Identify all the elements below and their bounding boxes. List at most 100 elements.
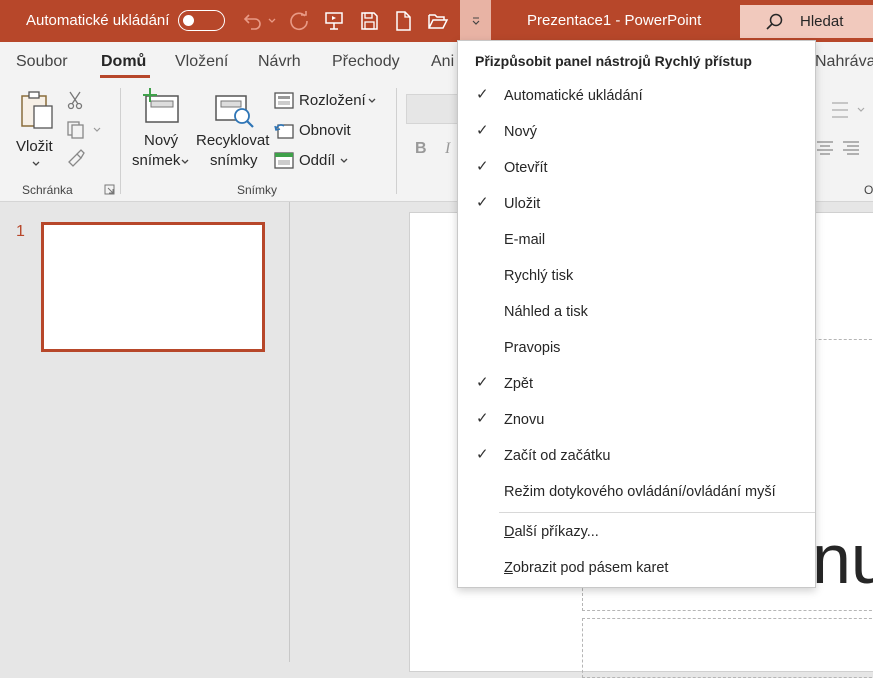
section-label: Oddíl	[299, 152, 335, 169]
menu-item-open[interactable]: ✓ Otevřít	[458, 151, 815, 187]
new-slide-label-line2: snímek	[132, 152, 181, 169]
autosave-label: Automatické ukládání	[26, 12, 170, 29]
clipboard-group-label: Schránka	[22, 183, 73, 197]
check-icon: ✓	[476, 86, 489, 103]
menu-item-email[interactable]: E-mail	[458, 223, 815, 259]
tab-home[interactable]: Domů	[101, 53, 146, 71]
paragraph-group-label: O	[864, 183, 873, 197]
new-document-icon	[396, 11, 411, 31]
start-from-beginning-button[interactable]	[320, 8, 348, 34]
copy-icon	[67, 121, 101, 139]
menu-item-label: Rychlý tisk	[504, 268, 574, 284]
search-icon	[766, 13, 783, 30]
slide-thumbnail[interactable]	[41, 222, 265, 352]
group-separator	[120, 88, 121, 194]
slide-number: 1	[16, 223, 25, 240]
slide-thumbnail-pane: 1	[0, 202, 290, 662]
menu-item-label: Znovu	[504, 412, 545, 428]
new-button[interactable]	[390, 8, 416, 34]
menu-item-redo[interactable]: ✓ Znovu	[458, 403, 815, 439]
new-slide-icon	[143, 88, 179, 123]
numbered-list-icon	[832, 102, 865, 118]
menu-item-show-below-ribbon[interactable]: Zobrazit pod pásem karet	[458, 551, 815, 587]
menu-item-touch-mouse-mode[interactable]: Režim dotykového ovládání/ovládání myší	[458, 475, 815, 511]
bold-button[interactable]: B	[415, 140, 427, 158]
menu-item-label: Náhled a tisk	[504, 304, 588, 320]
italic-button[interactable]: I	[445, 140, 450, 158]
new-slide-label-line1: Nový	[144, 132, 179, 149]
chevron-down-icon	[472, 17, 479, 25]
chevron-down-icon	[181, 159, 189, 164]
align-right-button[interactable]	[842, 140, 862, 160]
check-icon: ✓	[476, 446, 489, 463]
new-slide-button[interactable]: Nový snímek	[130, 88, 192, 172]
reuse-slides-label-line1: Recyklovat	[196, 132, 270, 149]
menu-item-new[interactable]: ✓ Nový	[458, 115, 815, 151]
reset-button[interactable]: Obnovit	[274, 120, 364, 142]
section-icon	[274, 152, 294, 169]
tab-design[interactable]: Návrh	[258, 53, 301, 71]
font-name-box[interactable]	[406, 94, 458, 124]
chevron-down-icon	[32, 161, 40, 166]
autosave-toggle-knob	[183, 14, 194, 26]
folder-open-icon	[428, 14, 449, 29]
menu-item-undo[interactable]: ✓ Zpět	[458, 367, 815, 403]
check-icon: ✓	[476, 122, 489, 139]
reset-icon	[274, 124, 294, 139]
reuse-slides-icon	[215, 95, 254, 128]
customize-qat-menu: Přizpůsobit panel nástrojů Rychlý přístu…	[457, 40, 816, 588]
check-icon: ✓	[476, 158, 489, 175]
section-button[interactable]: Oddíl	[274, 150, 364, 172]
tab-recording[interactable]: Nahráva	[815, 53, 873, 71]
redo-icon	[290, 11, 308, 31]
open-button[interactable]	[424, 8, 452, 34]
copy-button[interactable]	[66, 120, 106, 140]
menu-item-label: Otevřít	[504, 160, 548, 176]
title-bar: Automatické ukládání Prezentace1 - Power…	[0, 0, 873, 42]
check-icon: ✓	[476, 194, 489, 211]
numbering-button[interactable]	[828, 100, 868, 120]
tab-insert[interactable]: Vložení	[175, 53, 228, 71]
menu-divider	[499, 512, 815, 513]
cut-button[interactable]	[66, 90, 86, 110]
dialog-launcher-icon[interactable]	[104, 184, 115, 195]
chevron-down-icon	[340, 158, 348, 163]
undo-dropdown[interactable]	[265, 8, 279, 34]
clipboard-icon	[21, 91, 53, 129]
menu-item-spelling[interactable]: Pravopis	[458, 331, 815, 367]
align-right-icon	[843, 141, 859, 155]
check-icon: ✓	[476, 374, 489, 391]
undo-button[interactable]	[240, 8, 266, 34]
format-painter-button[interactable]	[66, 148, 86, 168]
search-label: Hledat	[800, 13, 844, 30]
redo-button[interactable]	[285, 8, 313, 34]
menu-item-more-commands[interactable]: Další příkazy...	[458, 515, 815, 551]
paste-label: Vložit	[16, 138, 53, 155]
save-button[interactable]	[355, 8, 383, 34]
tab-file[interactable]: Soubor	[16, 53, 68, 71]
layout-button[interactable]: Rozložení	[274, 90, 384, 112]
menu-item-start-from-beginning[interactable]: ✓ Začít od začátku	[458, 439, 815, 475]
subtitle-placeholder[interactable]	[582, 618, 873, 678]
autosave-toggle[interactable]	[178, 10, 225, 31]
reuse-slides-button[interactable]: Recyklovat snímky	[196, 88, 272, 172]
layout-icon	[274, 92, 294, 109]
chevron-down-icon	[368, 98, 376, 103]
save-icon	[361, 12, 378, 30]
customize-qat-button[interactable]	[460, 0, 491, 42]
menu-item-autosave[interactable]: ✓ Automatické ukládání	[458, 79, 815, 115]
tab-animations[interactable]: Ani	[431, 53, 454, 71]
menu-item-label: Další příkazy...	[504, 524, 599, 540]
menu-item-print-preview[interactable]: Náhled a tisk	[458, 295, 815, 331]
menu-item-label: Uložit	[504, 196, 541, 212]
menu-item-quick-print[interactable]: Rychlý tisk	[458, 259, 815, 295]
check-icon: ✓	[476, 410, 489, 427]
align-center-button[interactable]	[816, 140, 836, 160]
menu-item-label: Zobrazit pod pásem karet	[504, 560, 669, 576]
menu-item-save[interactable]: ✓ Uložit	[458, 187, 815, 223]
tab-transitions[interactable]: Přechody	[332, 53, 400, 71]
search-box[interactable]: Hledat	[740, 5, 873, 38]
menu-item-label: Nový	[504, 124, 538, 140]
paste-button[interactable]: Vložit	[14, 88, 58, 170]
chevron-down-icon	[268, 18, 276, 23]
